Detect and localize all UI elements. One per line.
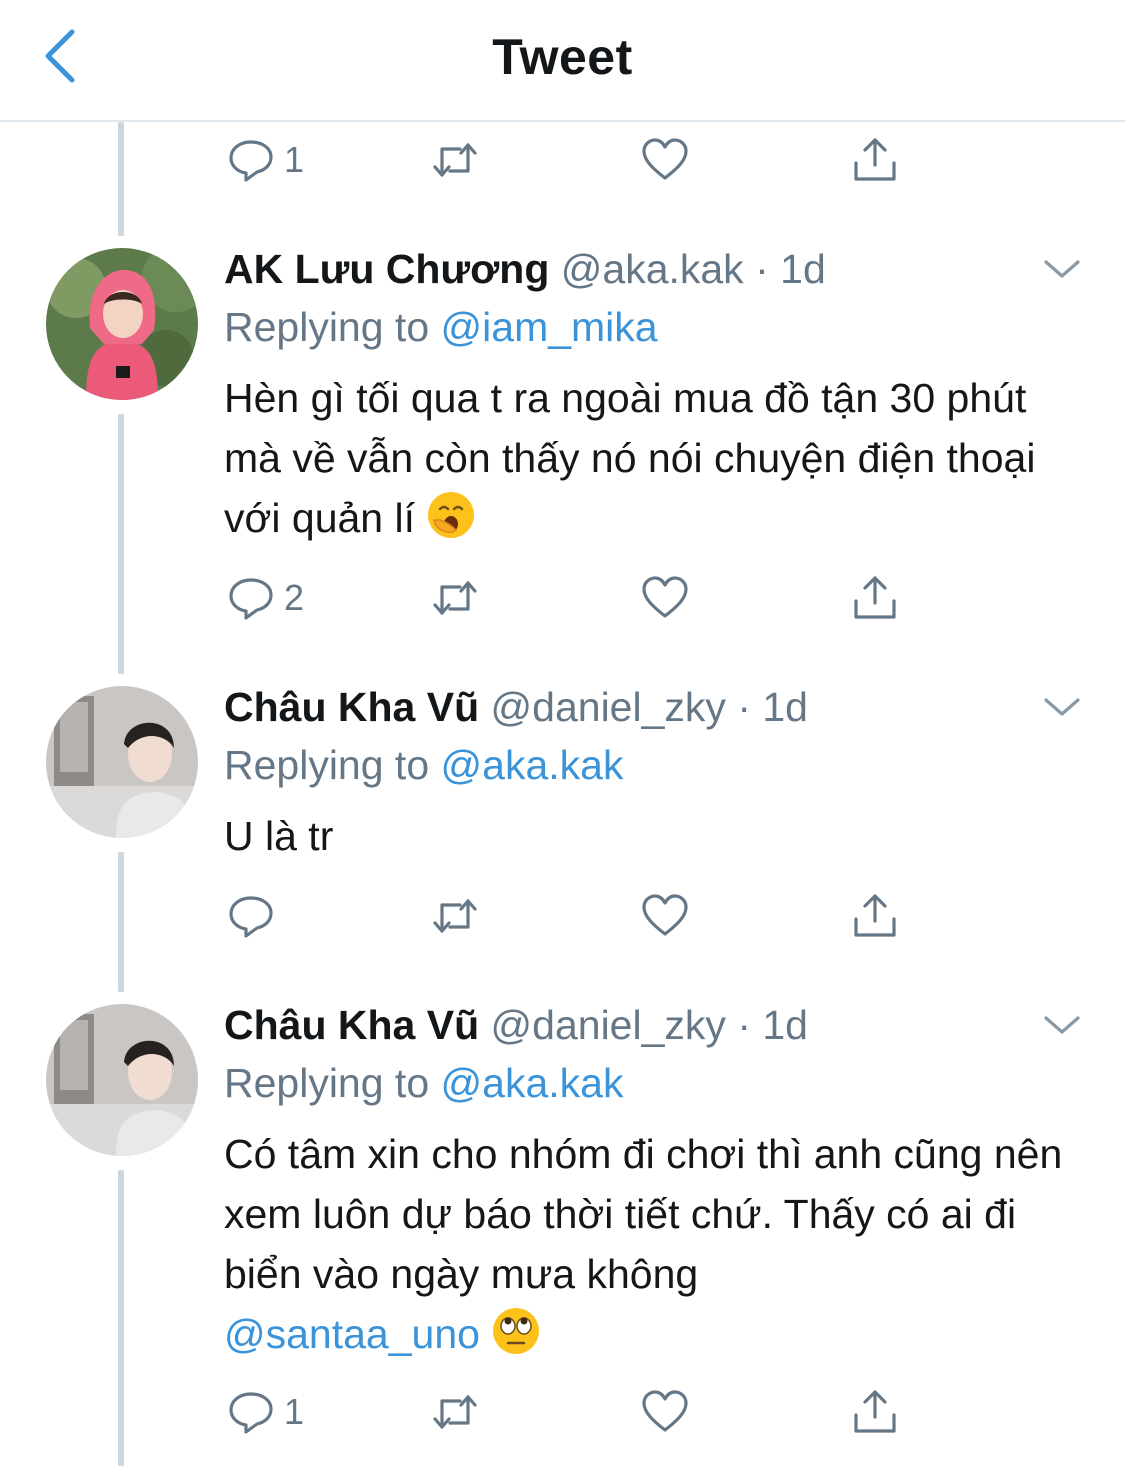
avatar[interactable]: [46, 686, 198, 838]
thread-line: [118, 122, 124, 236]
like-button[interactable]: [640, 568, 690, 628]
reply-mention-link[interactable]: @aka.kak: [441, 742, 624, 788]
avatar[interactable]: [46, 248, 198, 400]
reply-button[interactable]: 1: [226, 130, 304, 190]
replying-to: Replying to @iam_mika: [224, 304, 658, 350]
page-title: Tweet: [492, 29, 633, 85]
retweet-icon: [433, 581, 477, 615]
avatar[interactable]: [46, 1004, 198, 1156]
avatar-photo-window: [46, 686, 198, 838]
reply-mention-link[interactable]: @iam_mika: [441, 304, 658, 350]
timestamp: 1d: [762, 1002, 808, 1048]
retweet-icon: [433, 143, 477, 177]
share-icon: [854, 138, 896, 181]
share-icon: [854, 894, 896, 937]
yawning-face-emoji: [428, 492, 475, 538]
tweet-actions: [226, 886, 926, 946]
reply-mention-link[interactable]: @aka.kak: [441, 1060, 624, 1106]
reply-icon: [229, 1392, 273, 1434]
heart-icon: [642, 576, 688, 618]
chevron-down-icon[interactable]: [1042, 254, 1082, 284]
separator-dot: ·: [737, 1002, 751, 1048]
separator-dot: ·: [755, 246, 769, 292]
nav-bar: Tweet: [0, 0, 1125, 122]
share-button[interactable]: [850, 886, 900, 946]
reply-button[interactable]: [226, 886, 284, 946]
tweet-actions: 1: [226, 1382, 926, 1442]
reply-button[interactable]: 2: [226, 568, 304, 628]
retweet-button[interactable]: [430, 568, 480, 628]
tweet-text: Hèn gì tối qua t ra ngoài mua đồ tận 30 …: [224, 375, 1036, 541]
share-icon: [854, 1390, 896, 1433]
share-button[interactable]: [850, 1382, 900, 1442]
retweet-icon: [433, 899, 477, 933]
like-button[interactable]: [640, 886, 690, 946]
avatar-photo-pink-hoodie: [46, 248, 198, 400]
tweet-text: Có tâm xin cho nhóm đi chơi thì anh cũng…: [224, 1131, 1063, 1357]
separator-dot: ·: [737, 684, 751, 730]
reply-button[interactable]: 1: [226, 1382, 304, 1442]
retweet-button[interactable]: [430, 1382, 480, 1442]
share-icon: [854, 576, 896, 619]
username[interactable]: @daniel_zky: [491, 1002, 726, 1048]
tweet-actions: 2: [226, 568, 926, 628]
retweet-button[interactable]: [430, 130, 480, 190]
share-button[interactable]: [850, 568, 900, 628]
chevron-down-icon[interactable]: [1042, 1010, 1082, 1040]
display-name[interactable]: AK Lưu Chương: [224, 246, 549, 292]
chevron-down-icon[interactable]: [1042, 692, 1082, 722]
username[interactable]: @aka.kak: [561, 246, 744, 292]
thread-line: [118, 852, 124, 992]
avatar-photo-window: [46, 1004, 198, 1156]
thread-line: [118, 414, 124, 674]
like-button[interactable]: [640, 130, 690, 190]
username[interactable]: @daniel_zky: [491, 684, 726, 730]
thread-line: [118, 1170, 124, 1466]
replying-to: Replying to @aka.kak: [224, 1060, 624, 1106]
heart-icon: [642, 138, 688, 180]
reply-icon: [229, 140, 273, 182]
tweet-header: Châu Kha Vũ @daniel_zky · 1d: [224, 682, 808, 732]
tweet-text: U là tr: [224, 813, 334, 859]
timestamp: 1d: [762, 684, 808, 730]
reply-icon: [229, 578, 273, 620]
timestamp: 1d: [780, 246, 826, 292]
display-name[interactable]: Châu Kha Vũ: [224, 684, 479, 730]
display-name[interactable]: Châu Kha Vũ: [224, 1002, 479, 1048]
share-button[interactable]: [850, 130, 900, 190]
tweet-header: AK Lưu Chương @aka.kak · 1d: [224, 244, 826, 294]
heart-icon: [642, 1390, 688, 1432]
face-with-rolling-eyes-emoji: [493, 1308, 540, 1354]
tweet-actions: 1: [226, 130, 926, 190]
retweet-button[interactable]: [430, 886, 480, 946]
heart-icon: [642, 894, 688, 936]
replying-to: Replying to @aka.kak: [224, 742, 624, 788]
retweet-icon: [433, 1395, 477, 1429]
like-button[interactable]: [640, 1382, 690, 1442]
tweet-header: Châu Kha Vũ @daniel_zky · 1d: [224, 1000, 808, 1050]
reply-icon: [229, 896, 273, 938]
mention-link[interactable]: @santaa_uno: [224, 1311, 480, 1357]
